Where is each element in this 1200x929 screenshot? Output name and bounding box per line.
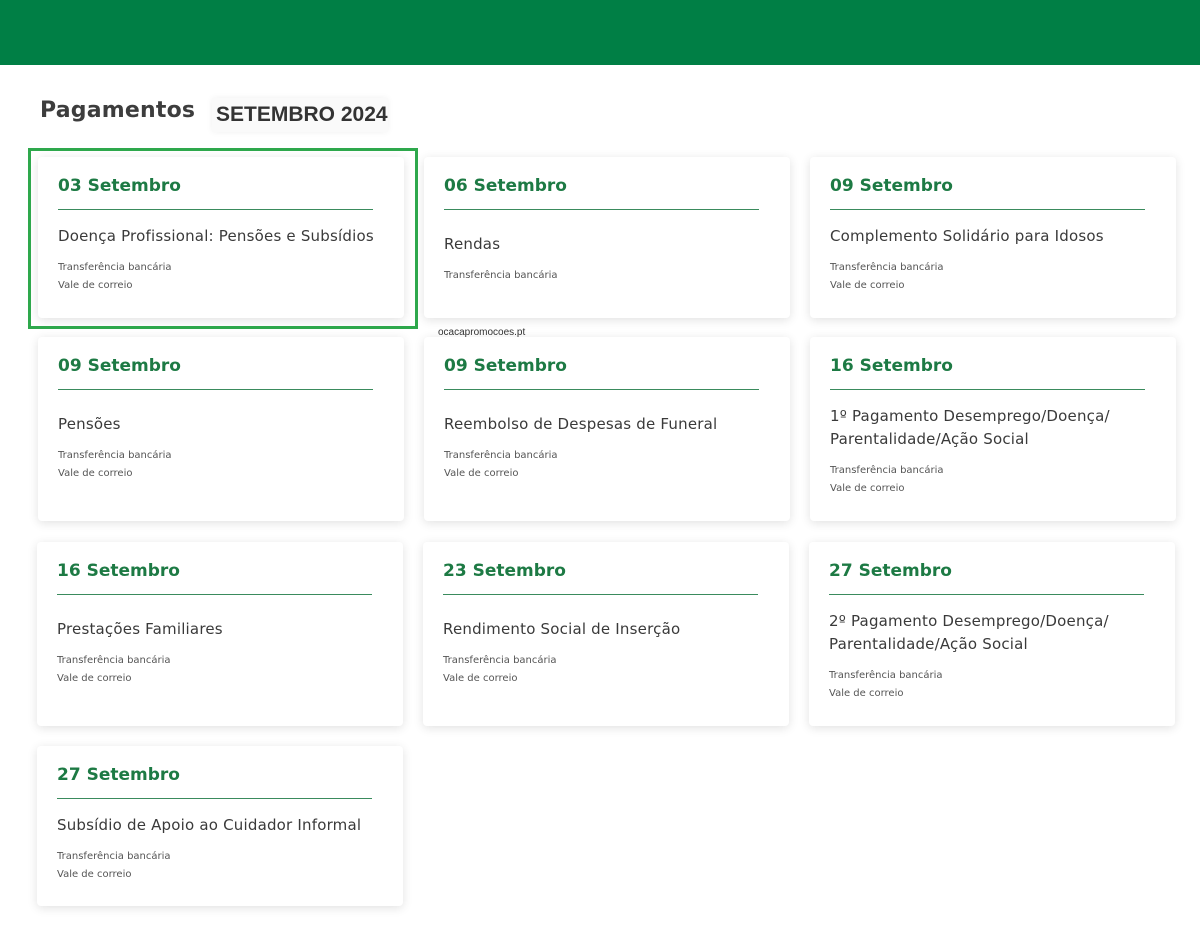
divider	[57, 798, 372, 799]
page-title: Pagamentos	[40, 98, 196, 123]
payment-methods: Transferência bancária Vale de correio	[443, 652, 769, 688]
payment-methods: Transferência bancária Vale de correio	[57, 652, 383, 688]
payment-title: Pensões	[58, 415, 121, 433]
payment-card[interactable]: 09 Setembro Pensões Transferência bancár…	[38, 337, 404, 521]
payment-title: Complemento Solidário para Idosos	[830, 227, 1104, 245]
payment-date: 09 Setembro	[830, 176, 953, 196]
payment-card[interactable]: 23 Setembro Rendimento Social de Inserçã…	[423, 542, 789, 726]
payment-card[interactable]: 09 Setembro Complemento Solidário para I…	[810, 157, 1176, 318]
payment-methods: Transferência bancária Vale de correio	[58, 447, 384, 483]
divider	[444, 389, 759, 390]
divider	[830, 389, 1145, 390]
payment-card[interactable]: 16 Setembro 1º Pagamento Desemprego/Doen…	[810, 337, 1176, 521]
payment-date: 09 Setembro	[58, 356, 181, 376]
payment-method: Transferência bancária	[58, 450, 172, 461]
divider	[443, 594, 758, 595]
payment-method: Transferência bancária	[444, 450, 558, 461]
payment-method: Transferência bancária	[443, 655, 557, 666]
payment-date: 06 Setembro	[444, 176, 567, 196]
payment-method: Transferência bancária	[57, 851, 171, 862]
payment-method: Vale de correio	[443, 673, 518, 684]
payment-methods: Transferência bancária Vale de correio	[829, 667, 1155, 703]
top-bar	[0, 0, 1200, 65]
payment-method: Transferência bancária	[444, 270, 558, 281]
payment-method: Transferência bancária	[830, 465, 944, 476]
payment-title: Doença Profissional: Pensões e Subsídios	[58, 227, 374, 245]
payment-method: Transferência bancária	[829, 670, 943, 681]
payment-method: Vale de correio	[58, 468, 133, 479]
payment-methods: Transferência bancária Vale de correio	[57, 848, 383, 884]
payment-date: 27 Setembro	[57, 765, 180, 785]
payment-date: 23 Setembro	[443, 561, 566, 581]
payment-method: Vale de correio	[444, 468, 519, 479]
payment-title: Rendimento Social de Inserção	[443, 620, 681, 638]
payment-card[interactable]: 06 Setembro Rendas Transferência bancári…	[424, 157, 790, 318]
payment-card[interactable]: 09 Setembro Reembolso de Despesas de Fun…	[424, 337, 790, 521]
payment-method: Vale de correio	[58, 280, 133, 291]
divider	[57, 594, 372, 595]
payment-date: 03 Setembro	[58, 176, 181, 196]
payment-date: 16 Setembro	[57, 561, 180, 581]
payment-method: Vale de correio	[830, 483, 905, 494]
payment-title: Rendas	[444, 235, 501, 253]
payment-method: Vale de correio	[57, 869, 132, 880]
payment-methods: Transferência bancária Vale de correio	[58, 259, 384, 295]
payment-method: Transferência bancária	[57, 655, 171, 666]
divider	[830, 209, 1145, 210]
divider	[58, 209, 373, 210]
payment-methods: Transferência bancária Vale de correio	[830, 259, 1156, 295]
payment-method: Vale de correio	[829, 688, 904, 699]
payment-card[interactable]: 27 Setembro 2º Pagamento Desemprego/Doen…	[809, 542, 1175, 726]
payment-card[interactable]: 27 Setembro Subsídio de Apoio ao Cuidado…	[37, 746, 403, 906]
payment-title: 1º Pagamento Desemprego/Doença/ Parental…	[830, 407, 1110, 448]
payment-date: 16 Setembro	[830, 356, 953, 376]
payment-date: 09 Setembro	[444, 356, 567, 376]
payment-methods: Transferência bancária Vale de correio	[444, 447, 770, 483]
divider	[444, 209, 759, 210]
payment-title: Prestações Familiares	[57, 620, 223, 638]
payment-methods: Transferência bancária Vale de correio	[830, 462, 1156, 498]
divider	[829, 594, 1144, 595]
payment-method: Transferência bancária	[58, 262, 172, 273]
payment-methods: Transferência bancária	[444, 267, 770, 285]
payment-title: 2º Pagamento Desemprego/Doença/ Parental…	[829, 612, 1109, 653]
payment-method: Vale de correio	[830, 280, 905, 291]
payment-title: Reembolso de Despesas de Funeral	[444, 415, 718, 433]
payment-method: Vale de correio	[57, 673, 132, 684]
payment-date: 27 Setembro	[829, 561, 952, 581]
month-label: SETEMBRO 2024	[212, 98, 388, 132]
payment-method: Transferência bancária	[830, 262, 944, 273]
divider	[58, 389, 373, 390]
payment-card[interactable]: 03 Setembro Doença Profissional: Pensões…	[38, 157, 404, 318]
payment-title: Subsídio de Apoio ao Cuidador Informal	[57, 816, 362, 834]
payment-card[interactable]: 16 Setembro Prestações Familiares Transf…	[37, 542, 403, 726]
